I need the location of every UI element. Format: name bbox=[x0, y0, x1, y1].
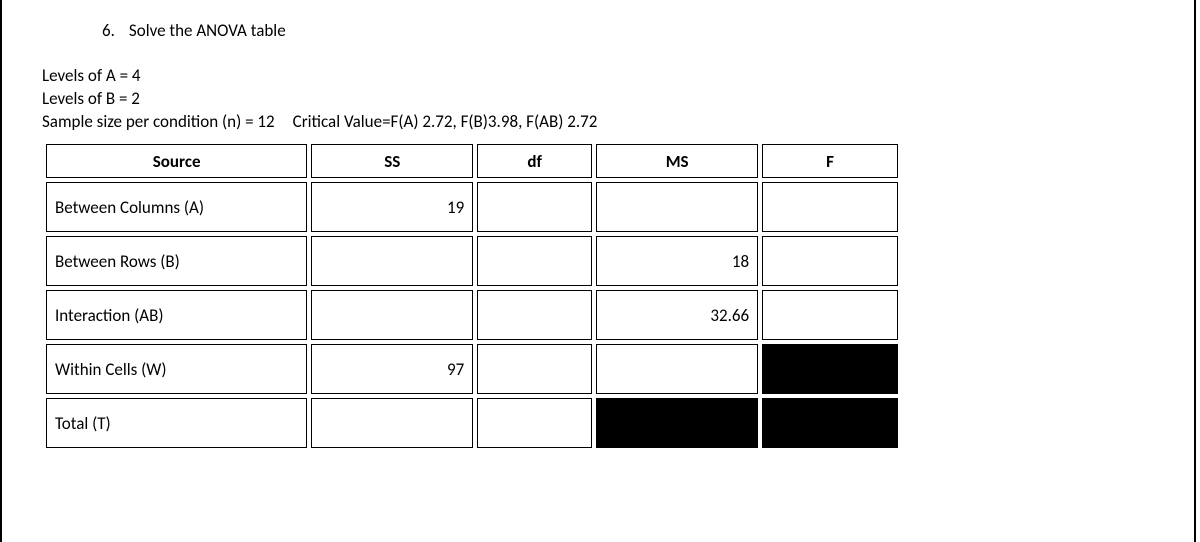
cell-a-df bbox=[477, 182, 592, 232]
cell-t-df bbox=[477, 398, 592, 448]
cell-a-ms bbox=[596, 182, 758, 232]
header-ms: MS bbox=[596, 144, 758, 178]
header-f: F bbox=[762, 144, 898, 178]
cell-ab-ms: 32.66 bbox=[596, 290, 758, 340]
table-header-row: Source SS df MS F bbox=[46, 144, 898, 178]
cell-w-ss: 97 bbox=[311, 344, 473, 394]
question-line: 6. Solve the ANOVA table bbox=[102, 20, 1154, 41]
cell-w-ms bbox=[596, 344, 758, 394]
cell-t-ms-blackout bbox=[596, 398, 758, 448]
cell-ab-df bbox=[477, 290, 592, 340]
table-row: Between Rows (B) 18 bbox=[46, 236, 898, 286]
cell-ab-ss bbox=[311, 290, 473, 340]
cell-t-ss bbox=[311, 398, 473, 448]
levels-a-line: Levels of A = 4 bbox=[42, 65, 1154, 86]
cell-w-label: Within Cells (W) bbox=[46, 344, 307, 394]
cell-b-ss bbox=[311, 236, 473, 286]
sample-critical-row: Sample size per condition (n) = 12 Criti… bbox=[42, 111, 1154, 132]
cell-w-df bbox=[477, 344, 592, 394]
levels-b-line: Levels of B = 2 bbox=[42, 88, 1154, 109]
header-source: Source bbox=[46, 144, 307, 178]
cell-ab-label: Interaction (AB) bbox=[46, 290, 307, 340]
table-row: Total (T) bbox=[46, 398, 898, 448]
table-row: Interaction (AB) 32.66 bbox=[46, 290, 898, 340]
cell-w-f-blackout bbox=[762, 344, 898, 394]
cell-t-f-blackout bbox=[762, 398, 898, 448]
cell-b-f bbox=[762, 236, 898, 286]
header-ss: SS bbox=[311, 144, 473, 178]
page-container: 6. Solve the ANOVA table Levels of A = 4… bbox=[0, 0, 1196, 542]
critical-value-text: Critical Value=F(A) 2.72, F(B)3.98, F(AB… bbox=[293, 111, 598, 132]
cell-ab-f bbox=[762, 290, 898, 340]
cell-b-ms: 18 bbox=[596, 236, 758, 286]
cell-a-ss: 19 bbox=[311, 182, 473, 232]
header-df: df bbox=[477, 144, 592, 178]
question-number: 6. bbox=[102, 20, 115, 41]
table-row: Within Cells (W) 97 bbox=[46, 344, 898, 394]
cell-a-label: Between Columns (A) bbox=[46, 182, 307, 232]
question-text: Solve the ANOVA table bbox=[129, 20, 286, 41]
cell-b-df bbox=[477, 236, 592, 286]
cell-b-label: Between Rows (B) bbox=[46, 236, 307, 286]
cell-t-label: Total (T) bbox=[46, 398, 307, 448]
table-row: Between Columns (A) 19 bbox=[46, 182, 898, 232]
anova-table: Source SS df MS F Between Columns (A) 19… bbox=[42, 140, 902, 452]
cell-a-f bbox=[762, 182, 898, 232]
sample-size-text: Sample size per condition (n) = 12 bbox=[42, 111, 275, 132]
